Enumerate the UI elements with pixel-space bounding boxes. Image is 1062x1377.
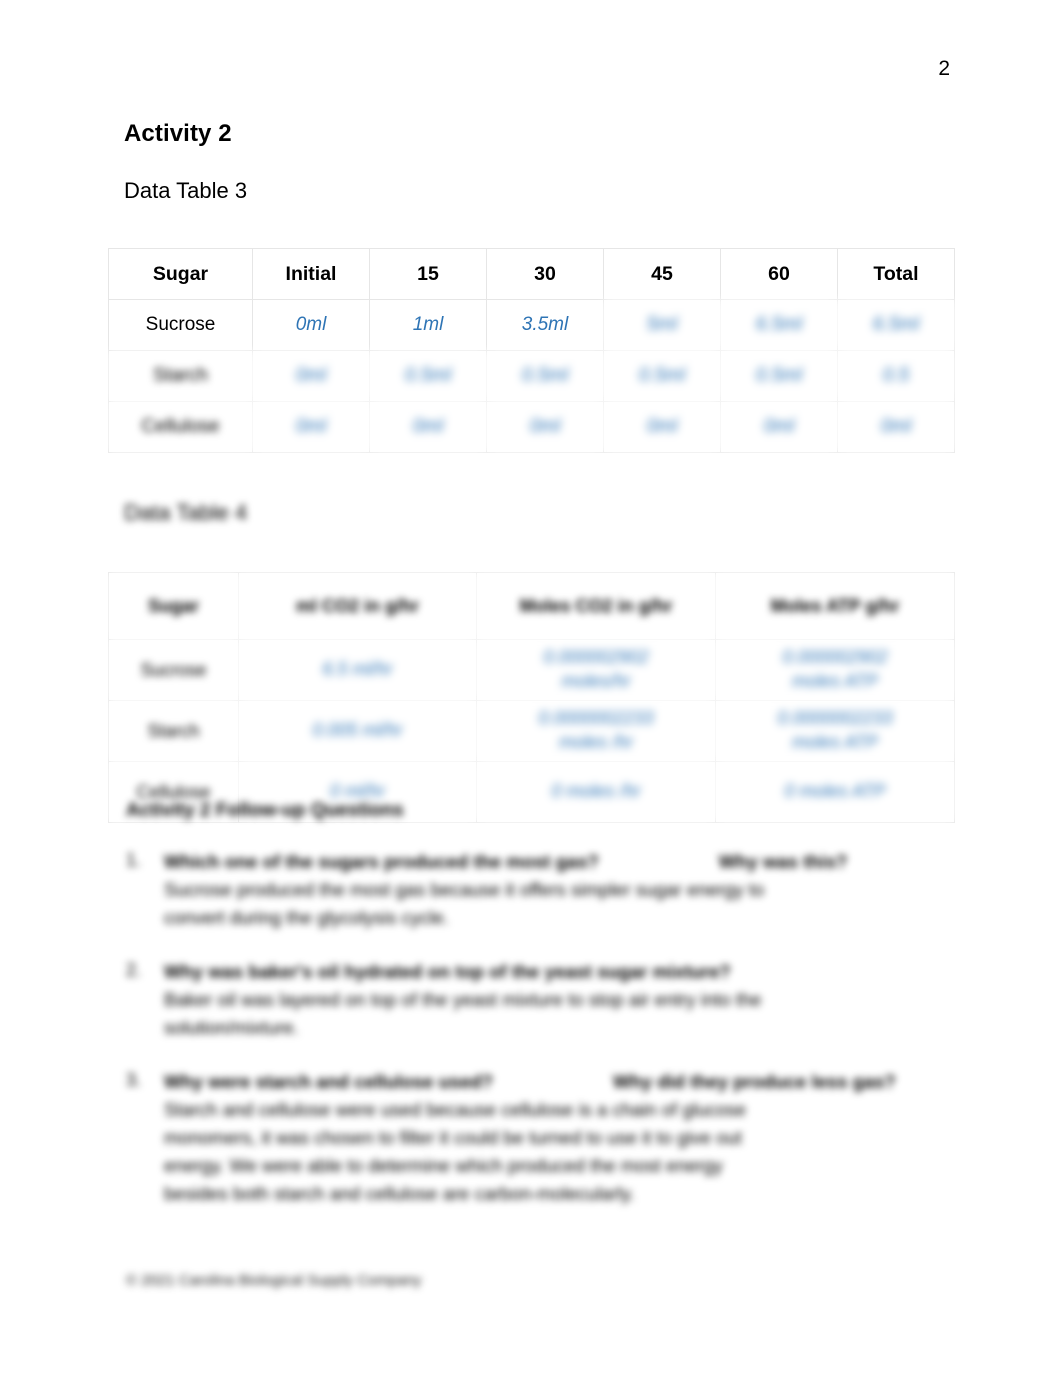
row-label-starch: Starch (108, 350, 253, 402)
cell-starch-ml-co2: 0.005 ml/hr (238, 700, 477, 762)
answer-line: solution/mixture. (164, 1016, 299, 1038)
cell-line: 0.005 ml/hr (312, 720, 403, 741)
cell-starch-60: 0.5ml (720, 350, 838, 402)
question-answer: Sucrose produced the most gas because it… (164, 876, 912, 932)
cell-line: 0.0000002233 (777, 708, 893, 729)
cell-sucrose-moles-atp: 0.000002902 moles ATP (715, 639, 955, 701)
cell-starch-moles-atp: 0.0000002233 moles ATP (715, 700, 955, 762)
page-number: 2 (938, 57, 950, 80)
cell-line: 0.000002902 (543, 647, 649, 668)
column-header-45: 45 (603, 248, 721, 300)
row-label-starch: Starch (108, 700, 239, 762)
table-row: Sucrose 0ml 1ml 3.5ml 5ml 6.5ml 6.5ml (108, 299, 955, 351)
cell-cellulose-60: 0ml (720, 401, 838, 453)
question-number: 2. (126, 959, 142, 980)
question-prompt-left: Which one of the sugars produced the mos… (164, 851, 599, 872)
list-item: 2. Why was baker's oil hydrated on top o… (122, 958, 912, 1042)
answer-line: convert during the glycolysis cycle. (164, 906, 449, 928)
cell-sucrose-15: 1ml (369, 299, 487, 351)
data-table-4: Sugar ml CO2 in g/hr Moles CO2 in g/hr M… (108, 572, 955, 823)
table-row: Starch 0.005 ml/hr 0.0000002233 moles /h… (108, 700, 955, 762)
data-table-3-caption: Data Table 3 (124, 178, 248, 203)
cell-sucrose-ml-co2: 6.5 ml/hr (238, 639, 477, 701)
column-header-initial: Initial (252, 248, 370, 300)
row-label-cellulose: Cellulose (108, 401, 253, 453)
question-prompt-left: Why were starch and cellulose used? (164, 1070, 493, 1092)
cell-line: 0.000002902 (782, 647, 888, 668)
question-prompt: Why were starch and cellulose used? Why d… (164, 1068, 912, 1096)
list-item: 1. Which one of the sugars produced the … (122, 848, 912, 932)
table-row: Cellulose 0ml 0ml 0ml 0ml 0ml 0ml (108, 401, 955, 453)
question-prompt: Which one of the sugars produced the mos… (164, 848, 912, 876)
cell-sucrose-30: 3.5ml (486, 299, 604, 351)
question-number: 1. (126, 850, 142, 870)
column-header-moles-co2: Moles CO2 in g/hr (476, 572, 716, 640)
column-header-15: 15 (369, 248, 487, 300)
cell-line: 0 moles ATP (784, 781, 886, 802)
followup-questions-list: 1. Which one of the sugars produced the … (122, 848, 912, 1234)
data-table-3: Sugar Initial 15 30 45 60 Total Sucrose … (108, 248, 955, 453)
column-header-sugar: Sugar (108, 248, 253, 300)
row-label-sucrose: Sucrose (108, 299, 253, 351)
row-label-sucrose: Sucrose (108, 639, 239, 701)
cell-starch-moles-co2: 0.0000002233 moles /hr (476, 700, 716, 762)
question-prompt-right: Why did they produce less gas? (613, 1070, 896, 1092)
question-prompt-right: Why was this? (718, 851, 848, 872)
list-item: 3. Why were starch and cellulose used? Wh… (122, 1068, 912, 1208)
answer-line: Baker oil was layered on top of the yeas… (164, 988, 762, 1010)
column-header-total: Total (837, 248, 955, 300)
cell-cellulose-15: 0ml (369, 401, 487, 453)
cell-sucrose-45: 5ml (603, 299, 721, 351)
document-page: 2 Activity 2 Data Table 3 Data Table 4 S… (0, 0, 1062, 1377)
column-header-moles-atp: Moles ATP g/hr (715, 572, 955, 640)
question-answer: Starch and cellulose were used because c… (164, 1096, 912, 1208)
cell-cellulose-30: 0ml (486, 401, 604, 453)
answer-line: energy. We were able to determine which … (164, 1154, 723, 1176)
table-row-header: Sugar Initial 15 30 45 60 Total (108, 248, 955, 300)
cell-line: moles ATP (791, 732, 879, 752)
cell-starch-45: 0.5ml (603, 350, 721, 402)
cell-cellulose-moles-atp: 0 moles ATP (715, 761, 955, 823)
table-row-header: Sugar ml CO2 in g/hr Moles CO2 in g/hr M… (108, 572, 955, 640)
footer-copyright: © 2021 Carolina Biological Supply Compan… (126, 1272, 422, 1289)
data-table-4-caption: Data Table 4 (124, 500, 248, 525)
cell-line: moles/hr (561, 671, 631, 691)
question-answer: Baker oil was layered on top of the yeas… (164, 986, 912, 1042)
cell-starch-30: 0.5ml (486, 350, 604, 402)
cell-line: 6.5 ml/hr (322, 659, 393, 680)
cell-cellulose-total: 0ml (837, 401, 955, 453)
cell-sucrose-60: 6.5ml (720, 299, 838, 351)
answer-line: Starch and cellulose were used because c… (164, 1098, 747, 1120)
answer-line: monomers, it was chosen to filter it cou… (164, 1126, 742, 1148)
question-prompt: Why was baker's oil hydrated on top of t… (164, 958, 912, 986)
cell-sucrose-total: 6.5ml (837, 299, 955, 351)
cell-line: moles /hr (558, 732, 634, 752)
cell-line: moles ATP (791, 671, 879, 691)
answer-line: Sucrose produced the most gas because it… (164, 878, 765, 900)
column-header-ml-co2: ml CO2 in g/hr (238, 572, 477, 640)
cell-cellulose-initial: 0ml (252, 401, 370, 453)
question-number: 3. (126, 1069, 142, 1090)
column-header-30: 30 (486, 248, 604, 300)
table-row: Sucrose 6.5 ml/hr 0.000002902 moles/hr 0… (108, 639, 955, 701)
cell-line: 0.0000002233 (538, 708, 654, 729)
answer-line: besides both starch and cellulose are ca… (164, 1183, 635, 1205)
question-prompt-left: Why was baker's oil hydrated on top of t… (164, 960, 731, 982)
cell-starch-initial: 0ml (252, 350, 370, 402)
cell-sucrose-initial: 0ml (252, 299, 370, 351)
followup-questions-heading: Activity 2 Follow-up Questions (126, 800, 404, 821)
column-header-60: 60 (720, 248, 838, 300)
cell-sucrose-moles-co2: 0.000002902 moles/hr (476, 639, 716, 701)
cell-cellulose-45: 0ml (603, 401, 721, 453)
activity-title: Activity 2 (124, 120, 232, 147)
cell-starch-15: 0.5ml (369, 350, 487, 402)
cell-line: 0 moles /hr (551, 781, 641, 802)
cell-starch-total: 0.5 (837, 350, 955, 402)
column-header-sugar: Sugar (108, 572, 239, 640)
table-row: Starch 0ml 0.5ml 0.5ml 0.5ml 0.5ml 0.5 (108, 350, 955, 402)
cell-cellulose-moles-co2: 0 moles /hr (476, 761, 716, 823)
